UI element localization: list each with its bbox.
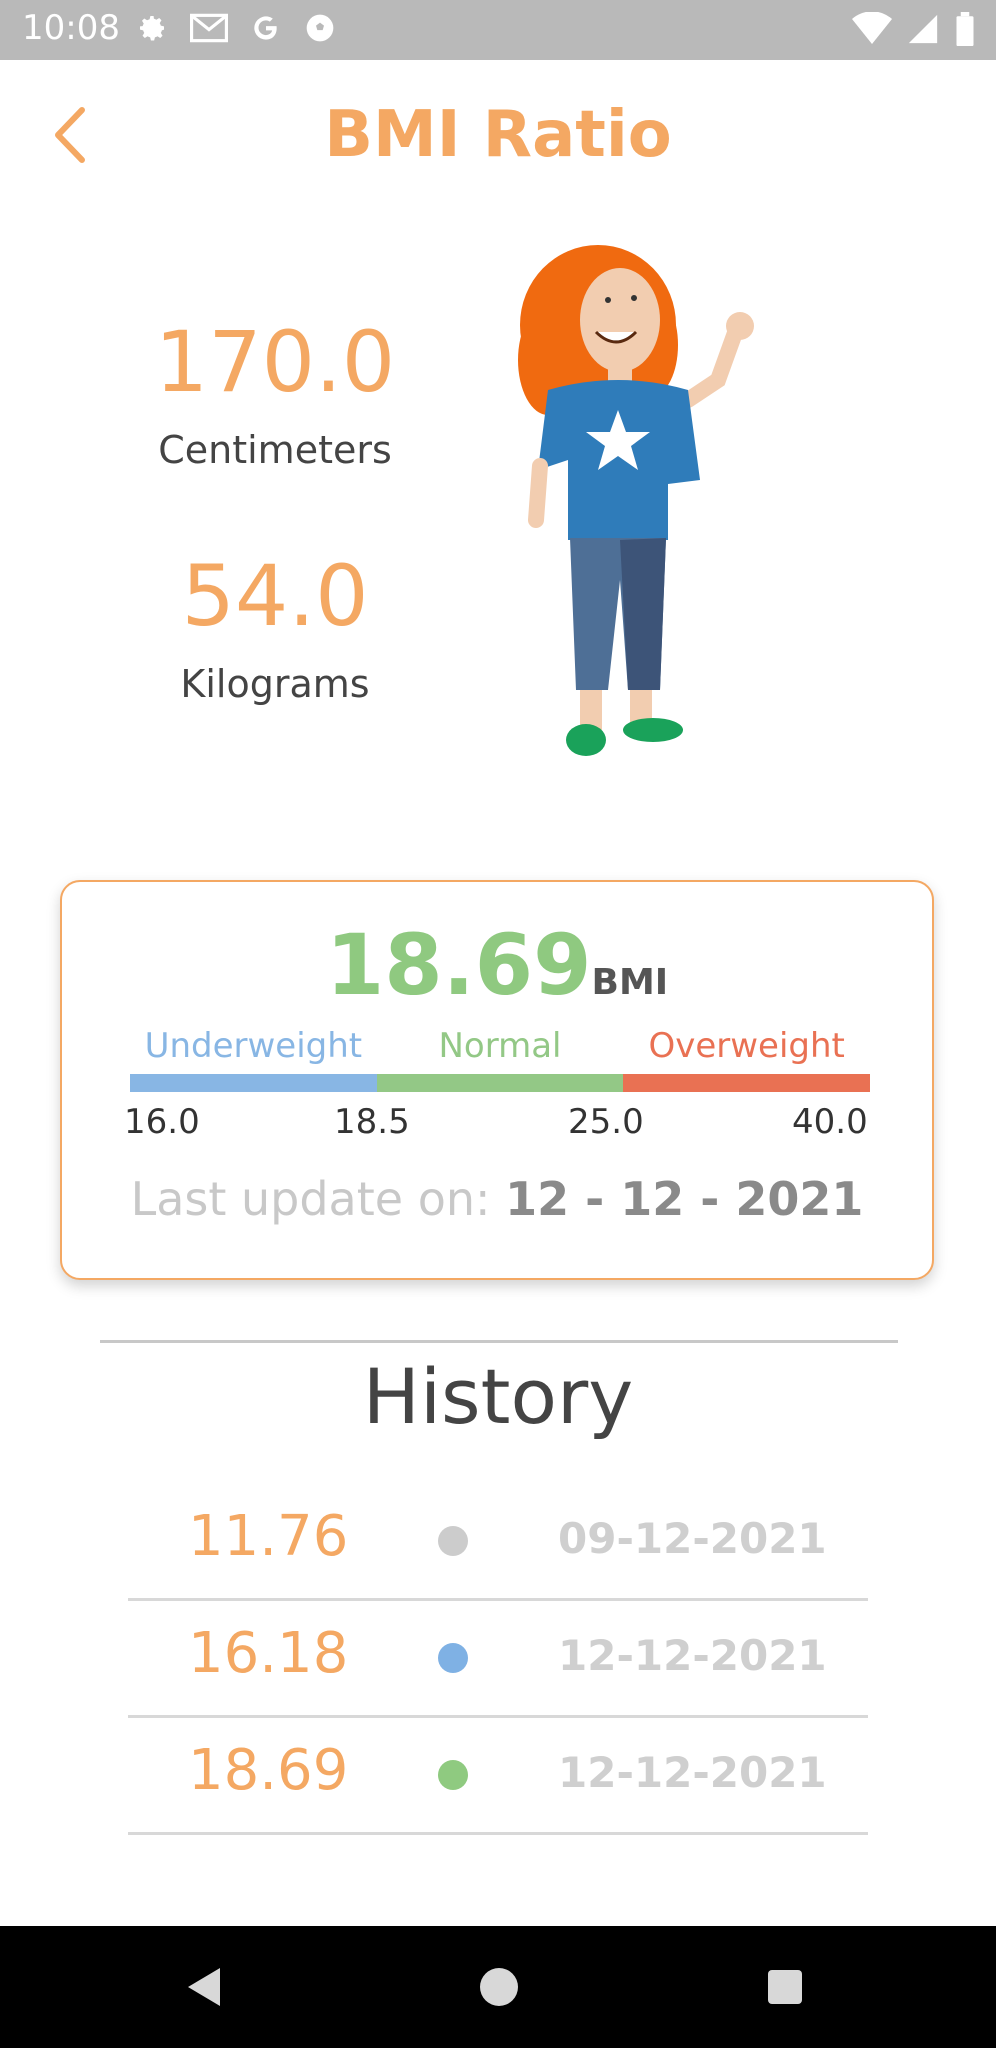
bmi-value: 18.69 — [325, 916, 592, 1014]
home-circle-icon — [480, 1968, 518, 2006]
system-nav-bar — [0, 1926, 996, 2048]
bmi-bar-underweight — [130, 1074, 377, 1092]
status-bar: 10:08 — [0, 0, 996, 60]
tick-label: 40.0 — [792, 1102, 868, 1142]
soccer-ball-icon — [306, 14, 334, 42]
section-divider — [100, 1340, 898, 1343]
status-time: 10:08 — [22, 8, 120, 48]
history-bmi: 18.69 — [188, 1738, 349, 1803]
weight-unit: Kilograms — [180, 662, 370, 706]
page-title: BMI Ratio — [324, 98, 672, 172]
category-overweight-label: Overweight — [648, 1026, 845, 1066]
wifi-icon — [852, 12, 892, 44]
bmi-value-row: 18.69BMI — [62, 916, 932, 1014]
girl-illustration — [518, 245, 754, 756]
history-title: History — [362, 1352, 634, 1441]
bmi-bar-overweight — [623, 1074, 871, 1092]
status-icons-left — [136, 12, 336, 44]
bmi-bar-normal — [376, 1074, 624, 1092]
recents-square-icon — [768, 1970, 802, 2004]
history-bmi: 11.76 — [188, 1504, 349, 1569]
history-date: 09-12-2021 — [558, 1514, 827, 1563]
status-dot — [438, 1643, 468, 1673]
tick-label: 25.0 — [568, 1102, 644, 1142]
google-icon — [254, 16, 277, 40]
bmi-category-labels: Underweight Normal Overweight — [130, 1026, 870, 1066]
history-row[interactable]: 18.69 12-12-2021 — [128, 1718, 868, 1835]
battery-icon — [956, 12, 974, 46]
history-bmi: 16.18 — [188, 1621, 349, 1686]
height-unit: Centimeters — [158, 428, 392, 472]
last-update-date: 12 - 12 - 2021 — [505, 1172, 864, 1226]
history-date: 12-12-2021 — [558, 1631, 827, 1680]
bmi-scale-bar — [130, 1074, 871, 1092]
history-row[interactable]: 11.76 09-12-2021 — [128, 1484, 868, 1601]
nav-home-button[interactable] — [474, 1962, 524, 2012]
nav-recents-button[interactable] — [760, 1962, 810, 2012]
app-bar: BMI Ratio — [0, 60, 996, 210]
back-triangle-icon — [188, 1968, 220, 2006]
history-date: 12-12-2021 — [558, 1748, 827, 1797]
measurements: 170.0 Centimeters 54.0 Kilograms — [120, 320, 430, 706]
height-value: 170.0 — [154, 313, 396, 411]
tick-label: 18.5 — [334, 1102, 410, 1142]
signal-icon — [908, 14, 938, 44]
bmi-scale-ticks: 16.0 18.5 25.0 40.0 — [124, 1102, 936, 1152]
category-normal-label: Normal — [438, 1026, 562, 1066]
status-dot — [438, 1526, 468, 1556]
nav-back-button[interactable] — [180, 1962, 230, 2012]
status-icons-right — [852, 12, 976, 46]
history-list: 11.76 09-12-2021 16.18 12-12-2021 18.69 … — [128, 1484, 868, 1835]
tick-label: 16.0 — [124, 1102, 200, 1142]
last-update: Last update on: 12 - 12 - 2021 — [62, 1172, 932, 1226]
gmail-icon — [190, 13, 228, 43]
gear-icon — [140, 16, 164, 41]
weight-value: 54.0 — [181, 547, 369, 645]
status-dot — [438, 1760, 468, 1790]
history-row[interactable]: 16.18 12-12-2021 — [128, 1601, 868, 1718]
bmi-card: 18.69BMI Underweight Normal Overweight 1… — [60, 880, 934, 1280]
last-update-label: Last update on: — [130, 1172, 491, 1226]
category-underweight-label: Underweight — [144, 1026, 363, 1066]
bmi-unit: BMI — [591, 962, 669, 1003]
